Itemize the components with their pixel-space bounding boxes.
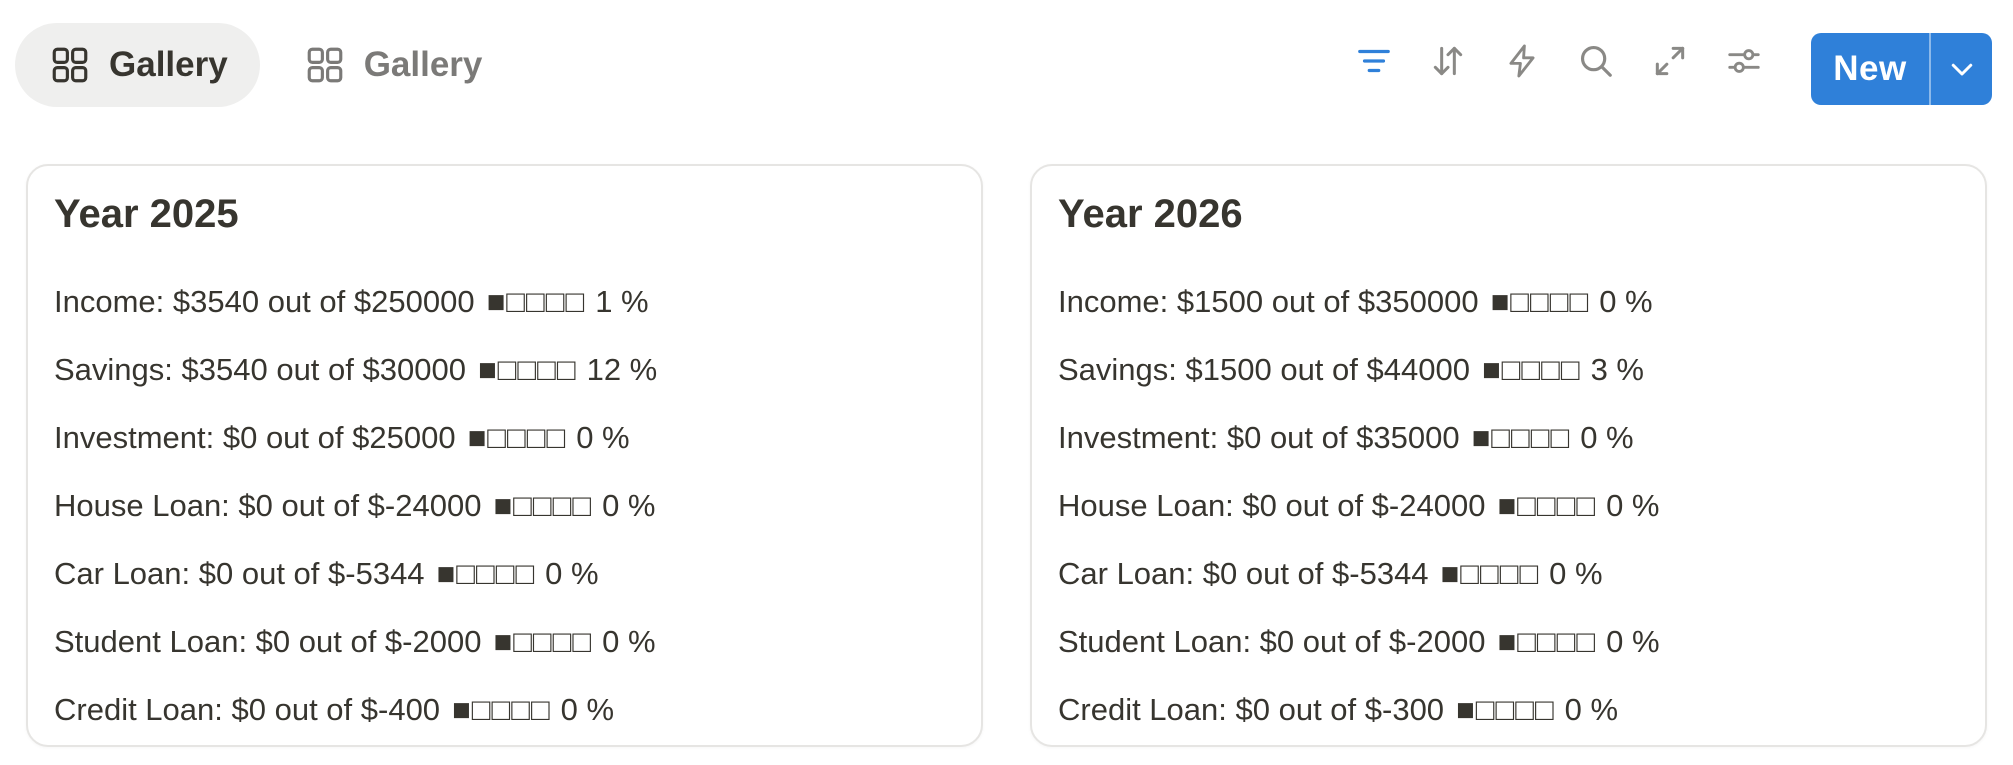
- gallery-card[interactable]: Year 2025 Income: $3540 out of $250000 ■…: [26, 164, 983, 747]
- row-label: Car Loan: $0 out of $-5344: [54, 556, 425, 591]
- progress-bar: ■□□□□: [1497, 624, 1597, 659]
- card-title: Year 2026: [1058, 192, 1243, 236]
- card-rows: Income: $1500 out of $350000 ■□□□□ 0 % S…: [1058, 268, 1660, 744]
- row-label: Credit Loan: $0 out of $-400: [54, 692, 441, 727]
- progress-bar: ■□□□□: [467, 420, 567, 455]
- card-title: Year 2025: [54, 192, 239, 236]
- percent-value: 0 %: [1549, 556, 1603, 591]
- progress-row: Credit Loan: $0 out of $-400 ■□□□□ 0 %: [54, 676, 657, 744]
- gallery-icon: [49, 44, 91, 86]
- row-label: Student Loan: $0 out of $-2000: [54, 624, 482, 659]
- chevron-down-icon: [1951, 63, 1972, 76]
- progress-row: Savings: $1500 out of $44000 ■□□□□ 3 %: [1058, 336, 1660, 404]
- percent-value: 3 %: [1590, 352, 1644, 387]
- progress-bar: ■□□□□: [1440, 556, 1540, 591]
- sort-icon: [1433, 46, 1463, 76]
- progress-row: House Loan: $0 out of $-24000 ■□□□□ 0 %: [54, 472, 657, 540]
- new-button-group: New: [1811, 33, 1992, 105]
- progress-bar: ■□□□□: [1456, 692, 1555, 727]
- row-label: Credit Loan: $0 out of $-300: [1058, 692, 1445, 727]
- progress-bar: ■□□□□: [452, 692, 551, 727]
- row-label: Income: $3540 out of $250000: [54, 284, 475, 319]
- tab-label: Gallery: [109, 45, 228, 84]
- progress-bar: ■□□□□: [493, 488, 593, 523]
- row-label: Car Loan: $0 out of $-5344: [1058, 556, 1429, 591]
- progress-row: House Loan: $0 out of $-24000 ■□□□□ 0 %: [1058, 472, 1660, 540]
- progress-row: Car Loan: $0 out of $-5344 ■□□□□ 0 %: [1058, 540, 1660, 608]
- progress-row: Credit Loan: $0 out of $-300 ■□□□□ 0 %: [1058, 676, 1660, 744]
- progress-bar: ■□□□□: [1481, 352, 1581, 387]
- search-button[interactable]: [1575, 40, 1617, 82]
- tab-gallery-active[interactable]: Gallery: [15, 23, 260, 107]
- percent-value: 0 %: [602, 488, 656, 523]
- percent-value: 0 %: [1606, 488, 1660, 523]
- progress-bar: ■□□□□: [493, 624, 593, 659]
- tab-gallery[interactable]: Gallery: [270, 23, 515, 107]
- automation-button[interactable]: [1501, 40, 1543, 82]
- expand-button[interactable]: [1649, 40, 1691, 82]
- progress-row: Investment: $0 out of $35000 ■□□□□ 0 %: [1058, 404, 1660, 472]
- row-label: Investment: $0 out of $25000: [54, 420, 456, 455]
- row-label: Investment: $0 out of $35000: [1058, 420, 1460, 455]
- progress-row: Income: $3540 out of $250000 ■□□□□ 1 %: [54, 268, 657, 336]
- gallery-icon: [304, 44, 346, 86]
- settings-icon: [1728, 49, 1760, 73]
- view-tabs: Gallery Gallery: [15, 23, 514, 107]
- progress-row: Student Loan: $0 out of $-2000 ■□□□□ 0 %: [54, 608, 657, 676]
- percent-value: 0 %: [1606, 624, 1660, 659]
- new-button[interactable]: New: [1811, 33, 1929, 105]
- row-label: Income: $1500 out of $350000: [1058, 284, 1479, 319]
- percent-value: 0 %: [1599, 284, 1653, 319]
- percent-value: 1 %: [595, 284, 649, 319]
- row-label: Student Loan: $0 out of $-2000: [1058, 624, 1486, 659]
- row-label: House Loan: $0 out of $-24000: [1058, 488, 1486, 523]
- progress-row: Income: $1500 out of $350000 ■□□□□ 0 %: [1058, 268, 1660, 336]
- progress-bar: ■□□□□: [1490, 284, 1590, 319]
- percent-value: 0 %: [545, 556, 599, 591]
- filter-icon: [1358, 49, 1390, 73]
- filter-button[interactable]: [1353, 40, 1395, 82]
- progress-row: Car Loan: $0 out of $-5344 ■□□□□ 0 %: [54, 540, 657, 608]
- progress-bar: ■□□□□: [486, 284, 586, 319]
- progress-bar: ■□□□□: [436, 556, 536, 591]
- new-options-button[interactable]: [1931, 33, 1992, 105]
- card-rows: Income: $3540 out of $250000 ■□□□□ 1 % S…: [54, 268, 657, 744]
- percent-value: 0 %: [1564, 692, 1619, 727]
- percent-value: 0 %: [602, 624, 656, 659]
- percent-value: 0 %: [560, 692, 615, 727]
- progress-bar: ■□□□□: [1471, 420, 1571, 455]
- gallery-card[interactable]: Year 2026 Income: $1500 out of $350000 ■…: [1030, 164, 1987, 747]
- gallery-view: Gallery Gallery New Year 2025 Income: $3…: [0, 0, 2013, 765]
- percent-value: 0 %: [1580, 420, 1634, 455]
- percent-value: 12 %: [586, 352, 658, 387]
- progress-row: Investment: $0 out of $25000 ■□□□□ 0 %: [54, 404, 657, 472]
- expand-icon: [1655, 46, 1685, 76]
- progress-bar: ■□□□□: [1497, 488, 1597, 523]
- percent-value: 0 %: [576, 420, 630, 455]
- sort-button[interactable]: [1427, 40, 1469, 82]
- progress-row: Student Loan: $0 out of $-2000 ■□□□□ 0 %: [1058, 608, 1660, 676]
- progress-bar: ■□□□□: [477, 352, 577, 387]
- automation-icon: [1509, 44, 1535, 78]
- row-label: Savings: $3540 out of $30000: [54, 352, 466, 387]
- tab-label: Gallery: [363, 45, 483, 84]
- toolbar: [1353, 40, 1765, 82]
- row-label: Savings: $1500 out of $44000: [1058, 352, 1470, 387]
- view-settings-button[interactable]: [1723, 40, 1765, 82]
- row-label: House Loan: $0 out of $-24000: [54, 488, 482, 523]
- search-icon: [1580, 45, 1612, 77]
- progress-row: Savings: $3540 out of $30000 ■□□□□ 12 %: [54, 336, 657, 404]
